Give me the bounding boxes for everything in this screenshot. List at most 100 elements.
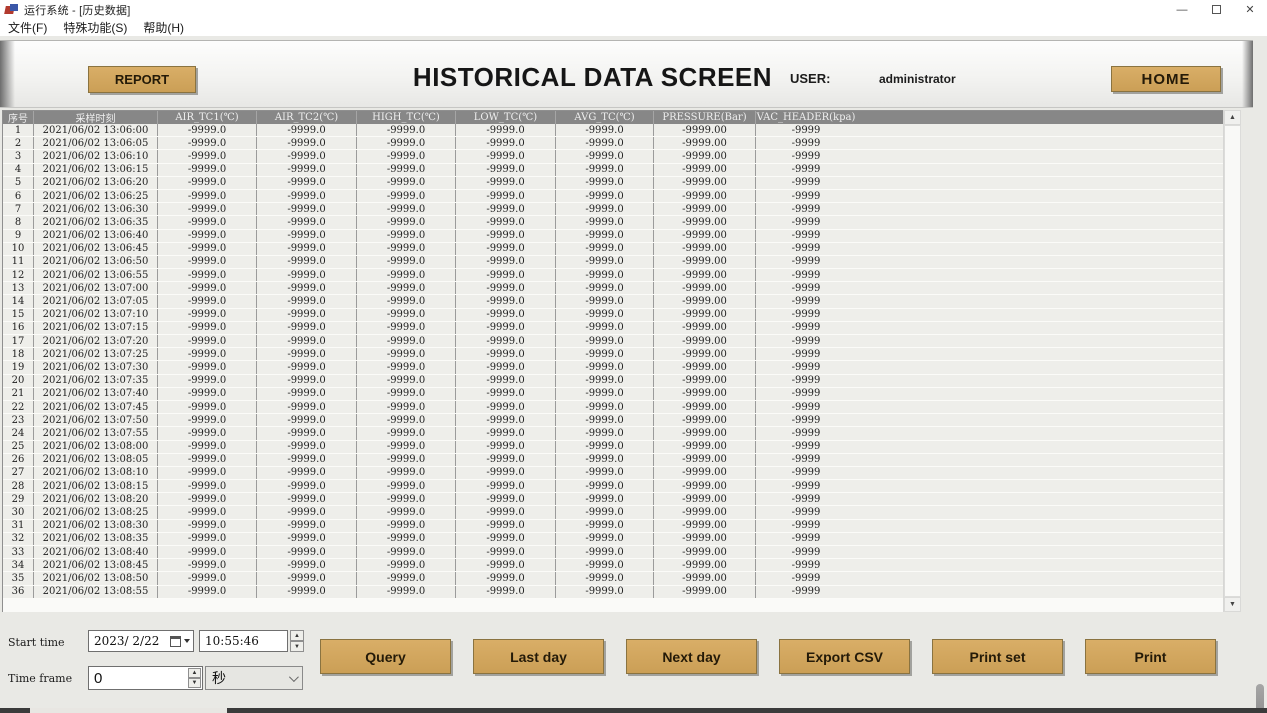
table-cell: -9999.0 <box>357 348 456 360</box>
table-row[interactable]: 332021/06/02 13:08:40-9999.0-9999.0-9999… <box>3 546 1223 559</box>
vertical-scrollbar[interactable]: ▲ ▼ <box>1223 110 1240 612</box>
table-cell: 25 <box>3 441 34 453</box>
minimize-button[interactable]: — <box>1165 0 1199 19</box>
print-button[interactable]: Print <box>1085 639 1216 674</box>
scroll-up-button[interactable]: ▲ <box>1224 110 1241 125</box>
table-row[interactable]: 302021/06/02 13:08:25-9999.0-9999.0-9999… <box>3 506 1223 519</box>
date-dropdown-arrow-icon[interactable] <box>184 639 190 643</box>
table-cell: -9999.00 <box>654 375 756 387</box>
table-cell: -9999.0 <box>357 190 456 202</box>
table-row[interactable]: 112021/06/02 13:06:50-9999.0-9999.0-9999… <box>3 256 1223 269</box>
table-cell: -9999.0 <box>158 269 257 281</box>
table-cell: 33 <box>3 546 34 558</box>
table-cell: -9999.0 <box>257 506 357 518</box>
table-cell: -9999 <box>756 295 856 307</box>
table-cell: -9999.0 <box>456 190 556 202</box>
scroll-thumb[interactable] <box>1224 125 1241 597</box>
table-row[interactable]: 252021/06/02 13:08:00-9999.0-9999.0-9999… <box>3 441 1223 454</box>
table-cell: -9999.0 <box>158 164 257 176</box>
table-cell: 21 <box>3 388 34 400</box>
menu-item-file[interactable]: 文件(F) <box>0 19 55 36</box>
last-day-button[interactable]: Last day <box>473 639 604 674</box>
print-set-button[interactable]: Print set <box>932 639 1063 674</box>
table-cell: -9999.0 <box>556 256 654 268</box>
table-row[interactable]: 232021/06/02 13:07:50-9999.0-9999.0-9999… <box>3 414 1223 427</box>
time-unit-select[interactable]: 秒 <box>205 666 303 690</box>
table-cell: -9999.0 <box>357 269 456 281</box>
table-row[interactable]: 212021/06/02 13:07:40-9999.0-9999.0-9999… <box>3 388 1223 401</box>
home-button[interactable]: HOME <box>1111 66 1221 92</box>
table-row[interactable]: 52021/06/02 13:06:20-9999.0-9999.0-9999.… <box>3 177 1223 190</box>
table-row[interactable]: 12021/06/02 13:06:00-9999.0-9999.0-9999.… <box>3 124 1223 137</box>
date-input[interactable]: 2023/ 2/22 <box>88 630 194 652</box>
table-row[interactable]: 272021/06/02 13:08:10-9999.0-9999.0-9999… <box>3 467 1223 480</box>
query-button[interactable]: Query <box>320 639 451 674</box>
table-row[interactable]: 72021/06/02 13:06:30-9999.0-9999.0-9999.… <box>3 203 1223 216</box>
table-cell: -9999.0 <box>158 177 257 189</box>
table-row[interactable]: 362021/06/02 13:08:55-9999.0-9999.0-9999… <box>3 586 1223 599</box>
table-row[interactable]: 172021/06/02 13:07:20-9999.0-9999.0-9999… <box>3 335 1223 348</box>
maximize-button[interactable] <box>1199 0 1233 19</box>
table-row[interactable]: 192021/06/02 13:07:30-9999.0-9999.0-9999… <box>3 361 1223 374</box>
table-cell: -9999 <box>756 388 856 400</box>
table-row[interactable]: 162021/06/02 13:07:15-9999.0-9999.0-9999… <box>3 322 1223 335</box>
table-row[interactable]: 42021/06/02 13:06:15-9999.0-9999.0-9999.… <box>3 164 1223 177</box>
menu-item-special-functions[interactable]: 特殊功能(S) <box>55 19 135 36</box>
table-cell: -9999.0 <box>158 309 257 321</box>
table-row[interactable]: 342021/06/02 13:08:45-9999.0-9999.0-9999… <box>3 559 1223 572</box>
time-spinner-down-button[interactable]: ▼ <box>290 641 304 652</box>
app-icon <box>5 4 18 16</box>
table-row[interactable]: 62021/06/02 13:06:25-9999.0-9999.0-9999.… <box>3 190 1223 203</box>
time-input[interactable]: 10:55:46 <box>199 630 288 652</box>
table-row[interactable]: 102021/06/02 13:06:45-9999.0-9999.0-9999… <box>3 243 1223 256</box>
table-cell: -9999.0 <box>257 586 357 598</box>
table-cell: -9999 <box>756 467 856 479</box>
time-frame-spinner-up-button[interactable]: ▲ <box>188 668 201 678</box>
table-cell-filler <box>856 427 1223 439</box>
table-row[interactable]: 312021/06/02 13:08:30-9999.0-9999.0-9999… <box>3 520 1223 533</box>
scroll-down-button[interactable]: ▼ <box>1224 597 1241 612</box>
table-cell: -9999.0 <box>556 269 654 281</box>
table-row[interactable]: 142021/06/02 13:07:05-9999.0-9999.0-9999… <box>3 295 1223 308</box>
menu-item-help[interactable]: 帮助(H) <box>135 19 192 36</box>
table-row[interactable]: 322021/06/02 13:08:35-9999.0-9999.0-9999… <box>3 533 1223 546</box>
table-row[interactable]: 32021/06/02 13:06:10-9999.0-9999.0-9999.… <box>3 150 1223 163</box>
table-row[interactable]: 282021/06/02 13:08:15-9999.0-9999.0-9999… <box>3 480 1223 493</box>
time-frame-input[interactable]: 0 ▲ ▼ <box>88 666 203 690</box>
table-row[interactable]: 82021/06/02 13:06:35-9999.0-9999.0-9999.… <box>3 216 1223 229</box>
table-row[interactable]: 352021/06/02 13:08:50-9999.0-9999.0-9999… <box>3 572 1223 585</box>
table-row[interactable]: 202021/06/02 13:07:35-9999.0-9999.0-9999… <box>3 375 1223 388</box>
table-cell: -9999.00 <box>654 414 756 426</box>
table-row[interactable]: 262021/06/02 13:08:05-9999.0-9999.0-9999… <box>3 454 1223 467</box>
table-cell: -9999.00 <box>654 467 756 479</box>
table-cell-filler <box>856 361 1223 373</box>
table-row[interactable]: 182021/06/02 13:07:25-9999.0-9999.0-9999… <box>3 348 1223 361</box>
table-row[interactable]: 132021/06/02 13:07:00-9999.0-9999.0-9999… <box>3 282 1223 295</box>
table-cell: -9999.0 <box>158 414 257 426</box>
export-csv-button[interactable]: Export CSV <box>779 639 910 674</box>
next-day-button[interactable]: Next day <box>626 639 757 674</box>
table-row[interactable]: 22021/06/02 13:06:05-9999.0-9999.0-9999.… <box>3 137 1223 150</box>
table-cell: -9999.0 <box>456 150 556 162</box>
time-frame-spinner-down-button[interactable]: ▼ <box>188 678 201 688</box>
table-row[interactable]: 242021/06/02 13:07:55-9999.0-9999.0-9999… <box>3 427 1223 440</box>
table-cell-filler <box>856 506 1223 518</box>
table-cell: 2021/06/02 13:06:50 <box>34 256 158 268</box>
table-cell: -9999 <box>756 361 856 373</box>
table-cell: -9999.0 <box>556 520 654 532</box>
calendar-icon[interactable] <box>170 636 181 647</box>
table-row[interactable]: 152021/06/02 13:07:10-9999.0-9999.0-9999… <box>3 309 1223 322</box>
table-cell: -9999.00 <box>654 137 756 149</box>
table-row[interactable]: 122021/06/02 13:06:55-9999.0-9999.0-9999… <box>3 269 1223 282</box>
table-row[interactable]: 292021/06/02 13:08:20-9999.0-9999.0-9999… <box>3 493 1223 506</box>
time-spinner-up-button[interactable]: ▲ <box>290 630 304 641</box>
table-row[interactable]: 222021/06/02 13:07:45-9999.0-9999.0-9999… <box>3 401 1223 414</box>
header-cell-avg-tc: AVG_TC(℃) <box>556 111 654 124</box>
table-cell: -9999.0 <box>556 150 654 162</box>
table-cell: -9999.0 <box>357 414 456 426</box>
table-row[interactable]: 92021/06/02 13:06:40-9999.0-9999.0-9999.… <box>3 230 1223 243</box>
table-cell: 23 <box>3 414 34 426</box>
close-button[interactable]: ✕ <box>1233 0 1267 19</box>
report-button[interactable]: REPORT <box>88 66 196 93</box>
table-cell-filler <box>856 216 1223 228</box>
